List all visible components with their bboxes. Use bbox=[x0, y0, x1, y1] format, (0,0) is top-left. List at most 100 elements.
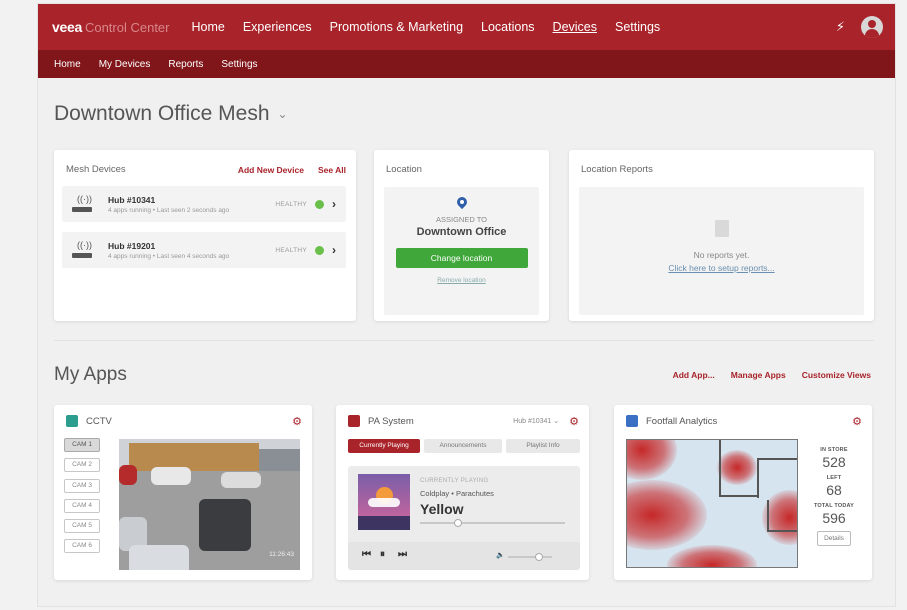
device-name: Hub #10341 bbox=[108, 194, 156, 205]
chevron-right-icon[interactable]: › bbox=[332, 197, 336, 211]
mesh-devices-card: Mesh Devices Add New Device See All ((·)… bbox=[54, 150, 356, 321]
total-today-value: 596 bbox=[822, 510, 846, 526]
location-reports-card: Location Reports No reports yet. Click h… bbox=[569, 150, 874, 321]
camera-list: CAM 1 CAM 2 CAM 3 CAM 4 CAM 5 CAM 6 bbox=[64, 438, 102, 560]
my-apps-title: My Apps bbox=[54, 364, 127, 385]
add-new-device-link[interactable]: Add New Device bbox=[238, 165, 304, 175]
add-app-link[interactable]: Add App... bbox=[673, 370, 715, 380]
volume-icon: 🔈 bbox=[496, 552, 505, 559]
status-label: HEALTHY bbox=[275, 200, 307, 208]
subnav-reports[interactable]: Reports bbox=[168, 59, 203, 70]
track-progress-slider[interactable] bbox=[420, 519, 565, 527]
nav-experiences[interactable]: Experiences bbox=[243, 20, 312, 34]
pa-system-app-card: PA System Hub #10341 ⌄ ⚙ Currently Playi… bbox=[336, 405, 589, 580]
page-title: Downtown Office Mesh bbox=[54, 102, 270, 125]
brand-logo[interactable]: veea bbox=[52, 19, 82, 35]
in-store-label: IN STORE bbox=[820, 447, 848, 453]
progress-knob[interactable] bbox=[454, 519, 463, 527]
nav-settings[interactable]: Settings bbox=[615, 20, 660, 34]
remove-location-link[interactable]: Remove location bbox=[384, 277, 539, 284]
left-value: 68 bbox=[826, 482, 842, 498]
next-icon[interactable]: ⏭ bbox=[398, 549, 407, 560]
floor-heatmap[interactable] bbox=[626, 439, 798, 568]
feed-car bbox=[151, 467, 191, 485]
cctv-header: CCTV ⚙ bbox=[54, 405, 312, 428]
customize-views-link[interactable]: Customize Views bbox=[802, 370, 871, 380]
chevron-right-icon[interactable]: › bbox=[332, 243, 336, 257]
heat-spot bbox=[627, 440, 677, 480]
previous-icon[interactable]: ⏮ bbox=[362, 549, 371, 560]
gear-icon[interactable]: ⚙ bbox=[569, 415, 579, 428]
mesh-devices-header: Mesh Devices Add New Device See All bbox=[54, 150, 356, 175]
pause-icon[interactable]: ⏸ bbox=[380, 549, 385, 560]
gear-icon[interactable]: ⚙ bbox=[852, 415, 862, 428]
cam-button[interactable]: CAM 4 bbox=[64, 498, 100, 513]
hub-selector-label: Hub #10341 bbox=[513, 418, 552, 425]
device-row[interactable]: ((·)) Hub #10341 4 apps running • Last s… bbox=[62, 186, 346, 222]
cam-button[interactable]: CAM 5 bbox=[64, 519, 100, 534]
device-info: Hub #19201 4 apps running • Last seen 4 … bbox=[108, 241, 229, 260]
lightning-icon[interactable]: ⚡ bbox=[836, 19, 845, 35]
cam-button[interactable]: CAM 2 bbox=[64, 458, 100, 473]
pa-tabs: Currently Playing Announcements Playlist… bbox=[348, 439, 580, 453]
subnav-home[interactable]: Home bbox=[54, 59, 81, 70]
section-divider bbox=[54, 340, 874, 341]
cam-button[interactable]: CAM 1 bbox=[64, 438, 100, 452]
feed-building-right bbox=[259, 449, 300, 471]
footfall-title: Footfall Analytics bbox=[646, 415, 718, 427]
see-all-link[interactable]: See All bbox=[318, 165, 346, 175]
gear-icon[interactable]: ⚙ bbox=[292, 415, 302, 428]
feed-car bbox=[221, 472, 261, 488]
device-info: Hub #10341 4 apps running • Last seen 2 … bbox=[108, 195, 229, 214]
cctv-app-card: CCTV ⚙ CAM 1 CAM 2 CAM 3 CAM 4 CAM 5 CAM… bbox=[54, 405, 312, 580]
location-title: Location bbox=[386, 164, 422, 175]
volume-knob[interactable] bbox=[535, 553, 543, 561]
cam-button[interactable]: CAM 3 bbox=[64, 478, 100, 493]
artist-album: Coldplay • Parachutes bbox=[420, 489, 494, 498]
now-playing-label: CURRENTLY PLAYING bbox=[420, 478, 489, 484]
device-row[interactable]: ((·)) Hub #19201 4 apps running • Last s… bbox=[62, 232, 346, 268]
feed-car bbox=[119, 465, 137, 485]
status-dot-icon bbox=[315, 245, 324, 255]
device-name: Hub #19201 bbox=[108, 240, 156, 251]
in-store-value: 528 bbox=[822, 454, 846, 470]
tab-announcements[interactable]: Announcements bbox=[424, 439, 502, 453]
details-button[interactable]: Details bbox=[817, 531, 851, 546]
top-navbar: veea Control Center Home Experiences Pro… bbox=[38, 4, 895, 50]
feed-car bbox=[129, 545, 189, 570]
total-today-label: TOTAL TODAY bbox=[813, 503, 855, 509]
manage-apps-link[interactable]: Manage Apps bbox=[731, 370, 786, 380]
camera-icon bbox=[66, 415, 78, 427]
user-avatar-icon[interactable] bbox=[861, 16, 883, 38]
hub-selector[interactable]: Hub #10341 ⌄ bbox=[513, 417, 559, 425]
mesh-selector[interactable]: Downtown Office Mesh ⌄ bbox=[54, 102, 288, 126]
album-art bbox=[358, 474, 410, 530]
nav-devices[interactable]: Devices bbox=[553, 20, 597, 34]
no-reports-text: No reports yet. bbox=[693, 250, 750, 260]
speaker-icon bbox=[348, 415, 360, 427]
footfall-header: Footfall Analytics ⚙ bbox=[614, 405, 872, 428]
nav-locations[interactable]: Locations bbox=[481, 20, 535, 34]
floor-wall bbox=[719, 440, 721, 495]
device-status: HEALTHY › bbox=[275, 197, 346, 211]
change-location-button[interactable]: Change location bbox=[395, 248, 528, 268]
cam-button[interactable]: CAM 6 bbox=[64, 539, 100, 554]
nav-home[interactable]: Home bbox=[192, 20, 225, 34]
mesh-links: Add New Device See All bbox=[238, 165, 346, 175]
feed-building bbox=[129, 443, 259, 473]
nav-promotions[interactable]: Promotions & Marketing bbox=[330, 20, 463, 34]
subnav-settings[interactable]: Settings bbox=[221, 59, 257, 70]
heat-spot bbox=[667, 545, 757, 567]
player-controls: ⏮ ⏸ ⏭ 🔈 bbox=[348, 542, 580, 570]
volume-slider[interactable] bbox=[508, 553, 552, 561]
subnav-my-devices[interactable]: My Devices bbox=[99, 59, 151, 70]
floor-wall bbox=[757, 458, 759, 498]
device-subtext: 4 apps running • Last seen 2 seconds ago bbox=[108, 206, 230, 214]
device-status: HEALTHY › bbox=[275, 243, 346, 257]
camera-feed[interactable]: 11:26:43 bbox=[119, 439, 300, 570]
chart-icon bbox=[626, 415, 638, 427]
setup-reports-link[interactable]: Click here to setup reports... bbox=[579, 263, 864, 273]
tab-playlist-info[interactable]: Playlist Info bbox=[506, 439, 580, 453]
tab-currently-playing[interactable]: Currently Playing bbox=[348, 439, 420, 453]
left-label: LEFT bbox=[826, 475, 842, 481]
